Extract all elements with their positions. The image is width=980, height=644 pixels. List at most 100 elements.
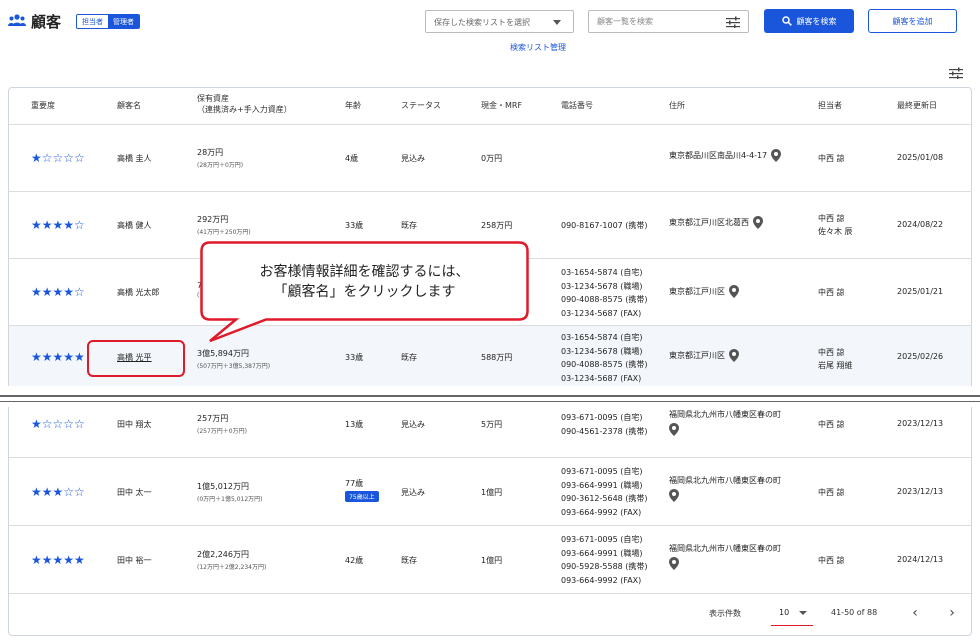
customer-name-link[interactable]: 高橋 健人 bbox=[117, 220, 152, 231]
customer-name-link[interactable]: 田中 翔太 bbox=[117, 419, 152, 430]
status-value: 見込み bbox=[401, 154, 425, 163]
cash-value: 1億円 bbox=[481, 556, 503, 565]
customer-name-link[interactable]: 田中 太一 bbox=[117, 487, 152, 498]
owner-value: 中西 諒岩尾 翔維 bbox=[818, 348, 853, 370]
status-value: 見込み bbox=[401, 488, 425, 497]
phone-list: 03-1654-5874 (自宅) 03-1234-5678 (職場) 090-40… bbox=[561, 333, 648, 383]
map-pin-icon[interactable] bbox=[729, 285, 739, 298]
customers-icon bbox=[8, 14, 26, 26]
updated-value: 2025/01/08 bbox=[897, 153, 944, 162]
age-value: 33歳 bbox=[345, 353, 364, 362]
map-pin-icon[interactable] bbox=[771, 149, 782, 162]
importance-stars[interactable]: ★★★★☆ bbox=[31, 218, 85, 232]
map-pin-icon[interactable] bbox=[669, 557, 679, 570]
col-phone[interactable]: 電話番号 bbox=[561, 100, 593, 111]
caret-down-icon bbox=[553, 20, 561, 25]
customer-name-link[interactable]: 高橋 圭人 bbox=[117, 153, 152, 164]
address-value: 福岡県北九州市八幡東区春の町 bbox=[669, 409, 781, 438]
assets-value: 1億5,012万円 (0万円＋1億5,012万円) bbox=[197, 482, 263, 503]
customer-name-link[interactable]: 高橋 光太郎 bbox=[117, 287, 160, 298]
prev-page-button[interactable]: ‹ bbox=[905, 603, 925, 623]
address-value: 東京都品川区南品川4-4-17 bbox=[669, 149, 782, 162]
owner-value: 中西 諒 bbox=[818, 154, 845, 163]
role-toggle[interactable]: 担当者 管理者 bbox=[76, 14, 140, 29]
age-value: 4歳 bbox=[345, 154, 359, 163]
age-value: 77歳 75歳以上 bbox=[345, 478, 379, 502]
search-button-label: 顧客を検索 bbox=[796, 16, 837, 26]
col-updated[interactable]: 最終更新日 bbox=[897, 100, 937, 111]
col-age[interactable]: 年齢 bbox=[345, 100, 361, 111]
table-row[interactable]: ★☆☆☆☆ 田中 翔太 257万円 (257万円＋0万円) 13歳 見込み 5万円… bbox=[9, 408, 971, 458]
owner-value: 中西 諒 bbox=[818, 288, 845, 297]
column-settings-icon[interactable] bbox=[949, 67, 963, 79]
importance-stars[interactable]: ★★★★★ bbox=[31, 350, 85, 364]
phone-list: 093-671-0095 (自宅) 093-664-9991 (職場) 090-36… bbox=[561, 467, 648, 517]
saved-list-management-link[interactable]: 検索リスト管理 bbox=[510, 42, 566, 53]
status-value: 見込み bbox=[401, 420, 425, 429]
col-name[interactable]: 顧客名 bbox=[117, 100, 141, 111]
importance-stars[interactable]: ★★★★★ bbox=[31, 553, 85, 567]
assets-value: 292万円 (41万円＋250万円) bbox=[197, 215, 251, 236]
col-assets-label: 保有資産 bbox=[197, 94, 229, 103]
cash-value: 0万円 bbox=[481, 154, 503, 163]
age-badge: 75歳以上 bbox=[345, 491, 379, 502]
assets-value: 257万円 (257万円＋0万円) bbox=[197, 414, 247, 435]
col-address[interactable]: 住所 bbox=[669, 100, 685, 111]
map-pin-icon[interactable] bbox=[753, 216, 763, 229]
col-status[interactable]: ステータス bbox=[401, 100, 441, 111]
col-assets[interactable]: 保有資産 （連携済み+手入力資産） bbox=[197, 93, 292, 115]
address-value: 東京都江戸川区 bbox=[669, 349, 739, 362]
address-value: 東京都江戸川区 bbox=[669, 285, 739, 298]
owner-value: 中西 諒 bbox=[818, 420, 845, 429]
phone-list: 093-671-0095 (自宅) 090-4561-2378 (携帯) bbox=[561, 413, 648, 436]
cash-value: 258万円 bbox=[481, 221, 513, 230]
table-row[interactable]: ★★★☆☆ 田中 太一 1億5,012万円 (0万円＋1億5,012万円) 77歳… bbox=[9, 458, 971, 526]
table-row[interactable]: ★☆☆☆☆ 高橋 圭人 28万円 (28万円＋0万円) 4歳 見込み 0万円 東京… bbox=[9, 125, 971, 192]
importance-stars[interactable]: ★★★☆☆ bbox=[31, 485, 85, 499]
map-pin-icon[interactable] bbox=[669, 423, 679, 436]
table-pagination: 表示件数 10 41-50 of 88 ‹ › bbox=[9, 594, 971, 635]
map-pin-icon[interactable] bbox=[729, 349, 739, 362]
sliders-icon[interactable] bbox=[726, 16, 740, 28]
age-value: 33歳 bbox=[345, 221, 364, 230]
search-icon bbox=[781, 16, 792, 26]
caret-down-icon bbox=[799, 611, 807, 615]
col-importance[interactable]: 重要度 bbox=[31, 100, 55, 111]
col-cash[interactable]: 現金・MRF bbox=[481, 100, 522, 111]
role-option-admin[interactable]: 管理者 bbox=[108, 15, 139, 28]
importance-stars[interactable]: ★☆☆☆☆ bbox=[31, 151, 85, 165]
importance-stars[interactable]: ★★★★☆ bbox=[31, 285, 85, 299]
customer-search-input[interactable] bbox=[588, 10, 749, 33]
updated-value: 2025/01/21 bbox=[897, 287, 944, 296]
customer-name-link[interactable]: 田中 裕一 bbox=[117, 555, 152, 566]
next-page-button[interactable]: › bbox=[942, 603, 962, 623]
rows-per-page-select[interactable]: 10 bbox=[771, 608, 813, 626]
updated-value: 2024/12/13 bbox=[897, 555, 944, 564]
map-pin-icon[interactable] bbox=[669, 489, 679, 502]
updated-value: 2025/02/26 bbox=[897, 352, 944, 361]
address-value: 福岡県北九州市八幡東区春の町 bbox=[669, 475, 781, 504]
saved-search-select[interactable]: 保存した検索リストを選択 bbox=[425, 10, 574, 33]
status-value: 既存 bbox=[401, 221, 417, 230]
saved-search-placeholder: 保存した検索リストを選択 bbox=[434, 18, 530, 27]
table-row[interactable]: ★★★★★ 田中 裕一 2億2,246万円 (12万円＋2億2,234万円) 42… bbox=[9, 526, 971, 594]
search-customers-button[interactable]: 顧客を検索 bbox=[764, 9, 854, 33]
phone-list: 03-1654-5874 (自宅) 03-1234-5678 (職場) 090-40… bbox=[561, 268, 648, 318]
address-value: 福岡県北九州市八幡東区春の町 bbox=[669, 543, 781, 572]
col-assets-sub: （連携済み+手入力資産） bbox=[197, 105, 292, 114]
phone-list: 093-671-0095 (自宅) 093-664-9991 (職場) 090-59… bbox=[561, 535, 648, 585]
importance-stars[interactable]: ★☆☆☆☆ bbox=[31, 417, 85, 431]
annotation-highlight-box bbox=[87, 340, 185, 377]
page-title: 顧客 bbox=[31, 13, 62, 31]
address-value: 東京都江戸川区北葛西 bbox=[669, 216, 763, 229]
status-value: 既存 bbox=[401, 556, 417, 565]
status-value: 既存 bbox=[401, 353, 417, 362]
age-value: 42歳 bbox=[345, 556, 364, 565]
cash-value: 1億円 bbox=[481, 488, 503, 497]
annotation-callout-text: お客様情報詳細を確認するには、 「顧客名」をクリックします bbox=[259, 264, 470, 300]
add-customer-button[interactable]: 顧客を追加 bbox=[868, 9, 957, 33]
col-owner[interactable]: 担当者 bbox=[818, 100, 842, 111]
page-range: 41-50 of 88 bbox=[831, 608, 878, 617]
updated-value: 2023/12/13 bbox=[897, 487, 944, 496]
role-option-owner[interactable]: 担当者 bbox=[77, 15, 108, 28]
